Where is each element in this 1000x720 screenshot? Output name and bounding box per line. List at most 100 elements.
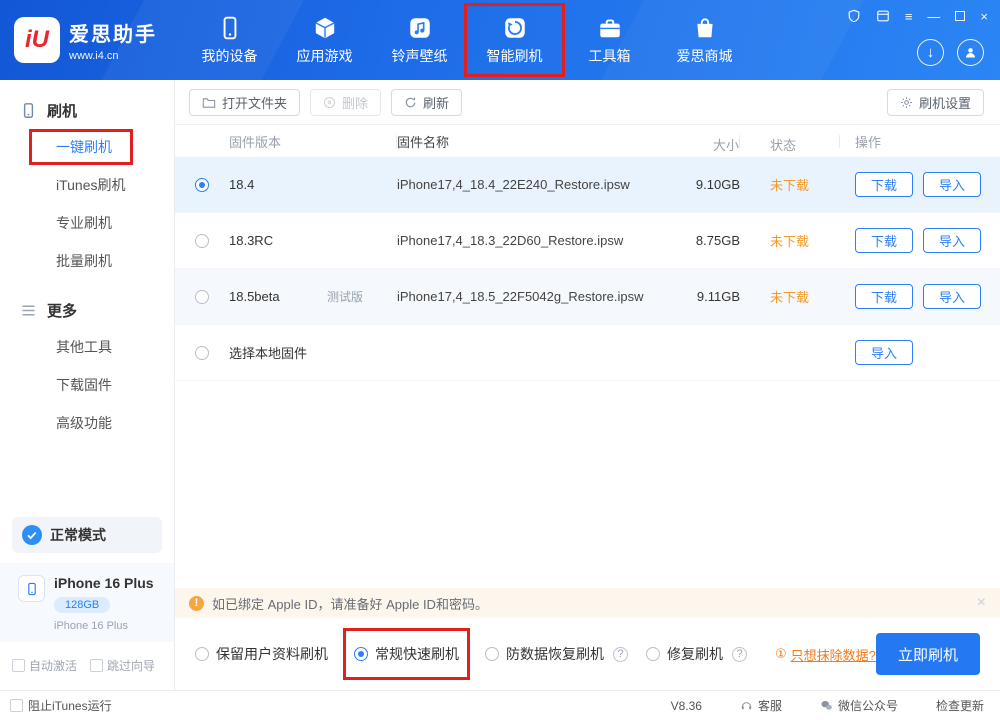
flash-mode-options: 保留用户资料刷机 常规快速刷机 防数据恢复刷机 ? 修复刷机 ? ① [175,618,1000,690]
firmware-row: 18.5beta 测试版 iPhone17,4_18.5_22F5042g_Re… [175,269,1000,325]
local-firmware-row: 选择本地固件 导入 [175,325,1000,381]
option-keep-user-data[interactable]: 保留用户资料刷机 [195,644,328,664]
nav-smart-flash[interactable]: 智能刷机 [467,6,562,74]
nav-store[interactable]: 爱思商城 [657,6,752,74]
option-repair-flash[interactable]: 修复刷机 ? [646,644,747,664]
apple-id-notice: ! 如已绑定 Apple ID，请准备好 Apple ID和密码。 × [175,588,1000,618]
nav-my-devices[interactable]: 我的设备 [182,6,277,74]
firmware-size: 8.75GB [644,233,740,248]
theme-icon[interactable] [876,9,890,23]
firmware-version: 18.4 [229,177,327,192]
delete-button[interactable]: 删除 [310,89,381,116]
firmware-radio[interactable] [195,178,209,192]
device-icon [217,15,243,41]
nav-label: 工具箱 [589,46,631,66]
customer-service-link[interactable]: 客服 [740,697,782,714]
local-firmware-label: 选择本地固件 [229,343,327,362]
sidebar: 刷机 一键刷机 iTunes刷机 专业刷机 批量刷机 更多 其他工具 下载固件 … [0,80,175,690]
download-manager-icon[interactable]: ↓ [917,39,944,66]
refresh-icon [404,96,417,109]
firmware-name: iPhone17,4_18.5_22F5042g_Restore.ipsw [397,289,644,304]
firmware-radio[interactable] [195,290,209,304]
flash-now-button[interactable]: 立即刷机 [876,633,980,675]
mode-label: 正常模式 [50,525,106,545]
import-button[interactable]: 导入 [855,340,913,365]
sidebar-item-advanced-features[interactable]: 高级功能 [0,404,174,442]
firmware-name: iPhone17,4_18.3_22D60_Restore.ipsw [397,233,644,248]
nav-toolbox[interactable]: 工具箱 [562,6,657,74]
sidebar-item-other-tools[interactable]: 其他工具 [0,328,174,366]
normal-mode-icon [22,525,42,545]
download-button[interactable]: 下载 [855,284,913,309]
nav-label: 我的设备 [202,46,258,66]
sidebar-item-one-click-flash[interactable]: 一键刷机 [0,128,174,166]
notice-text: 如已绑定 Apple ID，请准备好 Apple ID和密码。 [212,594,488,613]
option-radio[interactable] [354,647,368,661]
titlebar: iU 爱思助手 www.i4.cn 我的设备 应用游戏 铃声壁纸 智能刷机 [0,0,1000,80]
skip-setup-checkbox[interactable]: 跳过向导 [90,657,155,674]
block-itunes-checkbox[interactable]: 阻止iTunes运行 [10,697,112,714]
option-radio[interactable] [646,647,660,661]
menu-icon[interactable]: ≡ [905,10,913,23]
delete-icon [323,96,336,109]
help-icon[interactable]: ? [613,647,628,662]
device-model: iPhone 16 Plus [54,620,154,632]
wechat-account-link[interactable]: 微信公众号 [820,697,898,714]
firmware-radio[interactable] [195,234,209,248]
sidebar-item-batch-flash[interactable]: 批量刷机 [0,242,174,280]
feedback-icon[interactable] [847,9,861,23]
minimize-icon[interactable]: — [927,10,940,23]
folder-icon [202,96,216,110]
phone-icon [20,102,37,119]
nav-label: 智能刷机 [487,46,543,66]
sidebar-section-more: 更多 [0,292,174,328]
download-button[interactable]: 下载 [855,172,913,197]
open-folder-button[interactable]: 打开文件夹 [189,89,300,116]
option-normal-fast-flash[interactable]: 常规快速刷机 [346,631,467,677]
header-name: 固件名称 [397,132,644,151]
info-icon: ① [775,646,787,662]
auto-activate-checkbox[interactable]: 自动激活 [12,657,77,674]
window-controls: ≡ — × [847,9,988,23]
option-anti-data-recovery[interactable]: 防数据恢复刷机 ? [485,644,628,664]
import-button[interactable]: 导入 [923,228,981,253]
app-logo-icon: iU [14,17,60,63]
gear-icon [900,96,913,109]
check-update-link[interactable]: 检查更新 [936,697,984,714]
app-url: www.i4.cn [69,50,157,62]
connected-device-panel: iPhone 16 Plus 128GB iPhone 16 Plus [0,563,174,642]
wechat-icon [820,699,833,712]
import-button[interactable]: 导入 [923,284,981,309]
sidebar-item-itunes-flash[interactable]: iTunes刷机 [0,166,174,204]
option-radio[interactable] [195,647,209,661]
apps-cube-icon [312,15,338,41]
firmware-version: 18.3RC [229,233,327,248]
header-size: 大小 [644,135,740,148]
sidebar-item-download-firmware[interactable]: 下载固件 [0,366,174,404]
toolbox-icon [597,15,623,41]
download-button[interactable]: 下载 [855,228,913,253]
nav-apps-games[interactable]: 应用游戏 [277,6,372,74]
help-icon[interactable]: ? [732,647,747,662]
firmware-row: 18.3RC iPhone17,4_18.3_22D60_Restore.ips… [175,213,1000,269]
maximize-icon[interactable] [955,11,965,21]
beta-badge: 测试版 [327,288,397,305]
close-icon[interactable]: × [980,10,988,23]
shopping-bag-icon [692,15,718,41]
flash-settings-button[interactable]: 刷机设置 [887,89,984,116]
user-account-icon[interactable] [957,39,984,66]
nav-ringtones-wallpapers[interactable]: 铃声壁纸 [372,6,467,74]
header-version: 固件版本 [229,132,327,151]
firmware-radio[interactable] [195,346,209,360]
device-mode-indicator: 正常模式 [12,517,162,553]
firmware-status: 未下载 [770,234,809,249]
table-header: 固件版本 固件名称 大小 状态 操作 [175,125,1000,157]
refresh-button[interactable]: 刷新 [391,89,462,116]
erase-data-link[interactable]: ① 只想抹除数据? [775,645,876,664]
nav-label: 应用游戏 [297,46,353,66]
notice-close-icon[interactable]: × [977,594,986,612]
sidebar-item-pro-flash[interactable]: 专业刷机 [0,204,174,242]
firmware-name: iPhone17,4_18.4_22E240_Restore.ipsw [397,177,644,192]
option-radio[interactable] [485,647,499,661]
import-button[interactable]: 导入 [923,172,981,197]
